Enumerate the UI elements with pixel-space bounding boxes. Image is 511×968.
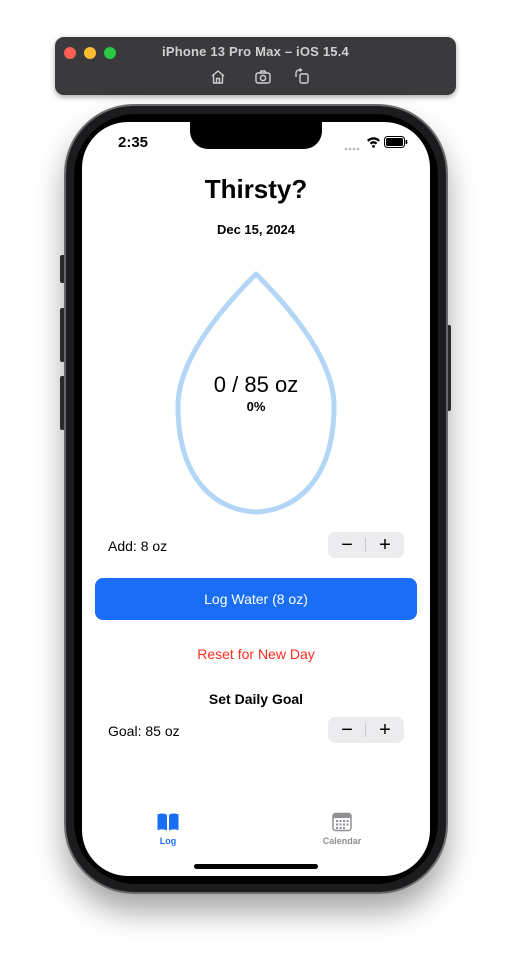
add-amount-label: Add: 8 oz bbox=[108, 538, 168, 554]
simulator-toolbar: iPhone 13 Pro Max – iOS 15.4 bbox=[55, 37, 456, 95]
reset-day-button[interactable]: Reset for New Day bbox=[82, 646, 430, 662]
date-label: Dec 15, 2024 bbox=[216, 222, 296, 237]
goal-decrement-button[interactable]: − bbox=[328, 717, 366, 743]
phone-screen: 2:35 Thirsty? Dec 15, 2024 0 / 85 oz 0% … bbox=[82, 122, 430, 876]
signal-icon bbox=[344, 138, 360, 156]
simulator-tools bbox=[55, 67, 456, 87]
rotate-icon[interactable] bbox=[292, 67, 312, 87]
add-increment-button[interactable]: + bbox=[366, 532, 404, 558]
progress-percent: 0% bbox=[246, 399, 266, 414]
goal-label: Goal: 85 oz bbox=[108, 723, 180, 739]
status-time: 2:35 bbox=[118, 134, 149, 151]
book-icon bbox=[156, 812, 180, 832]
goal-stepper: − + bbox=[328, 717, 404, 743]
calendar-icon bbox=[330, 812, 354, 832]
simulator-title: iPhone 13 Pro Max – iOS 15.4 bbox=[162, 44, 349, 59]
tab-log[interactable]: Log bbox=[128, 812, 208, 846]
notch bbox=[190, 122, 322, 149]
page-title: Thirsty? bbox=[204, 174, 308, 204]
add-amount-stepper: − + bbox=[328, 532, 404, 558]
home-icon[interactable] bbox=[208, 67, 228, 87]
goal-heading: Set Daily Goal bbox=[208, 691, 304, 707]
tab-calendar-label: Calendar bbox=[322, 836, 362, 846]
progress-amount: 0 / 85 oz bbox=[213, 372, 299, 397]
log-water-button[interactable]: Log Water (8 oz) bbox=[95, 578, 417, 620]
battery-icon bbox=[384, 135, 408, 153]
wifi-icon bbox=[366, 135, 381, 153]
simulator-stage: iPhone 13 Pro Max – iOS 15.4 2:35 Thirst… bbox=[0, 0, 511, 968]
home-indicator[interactable] bbox=[194, 864, 318, 869]
add-decrement-button[interactable]: − bbox=[328, 532, 366, 558]
tab-calendar[interactable]: Calendar bbox=[302, 812, 382, 846]
goal-increment-button[interactable]: + bbox=[366, 717, 404, 743]
tab-log-label: Log bbox=[159, 836, 177, 846]
screenshot-icon[interactable] bbox=[253, 67, 273, 87]
